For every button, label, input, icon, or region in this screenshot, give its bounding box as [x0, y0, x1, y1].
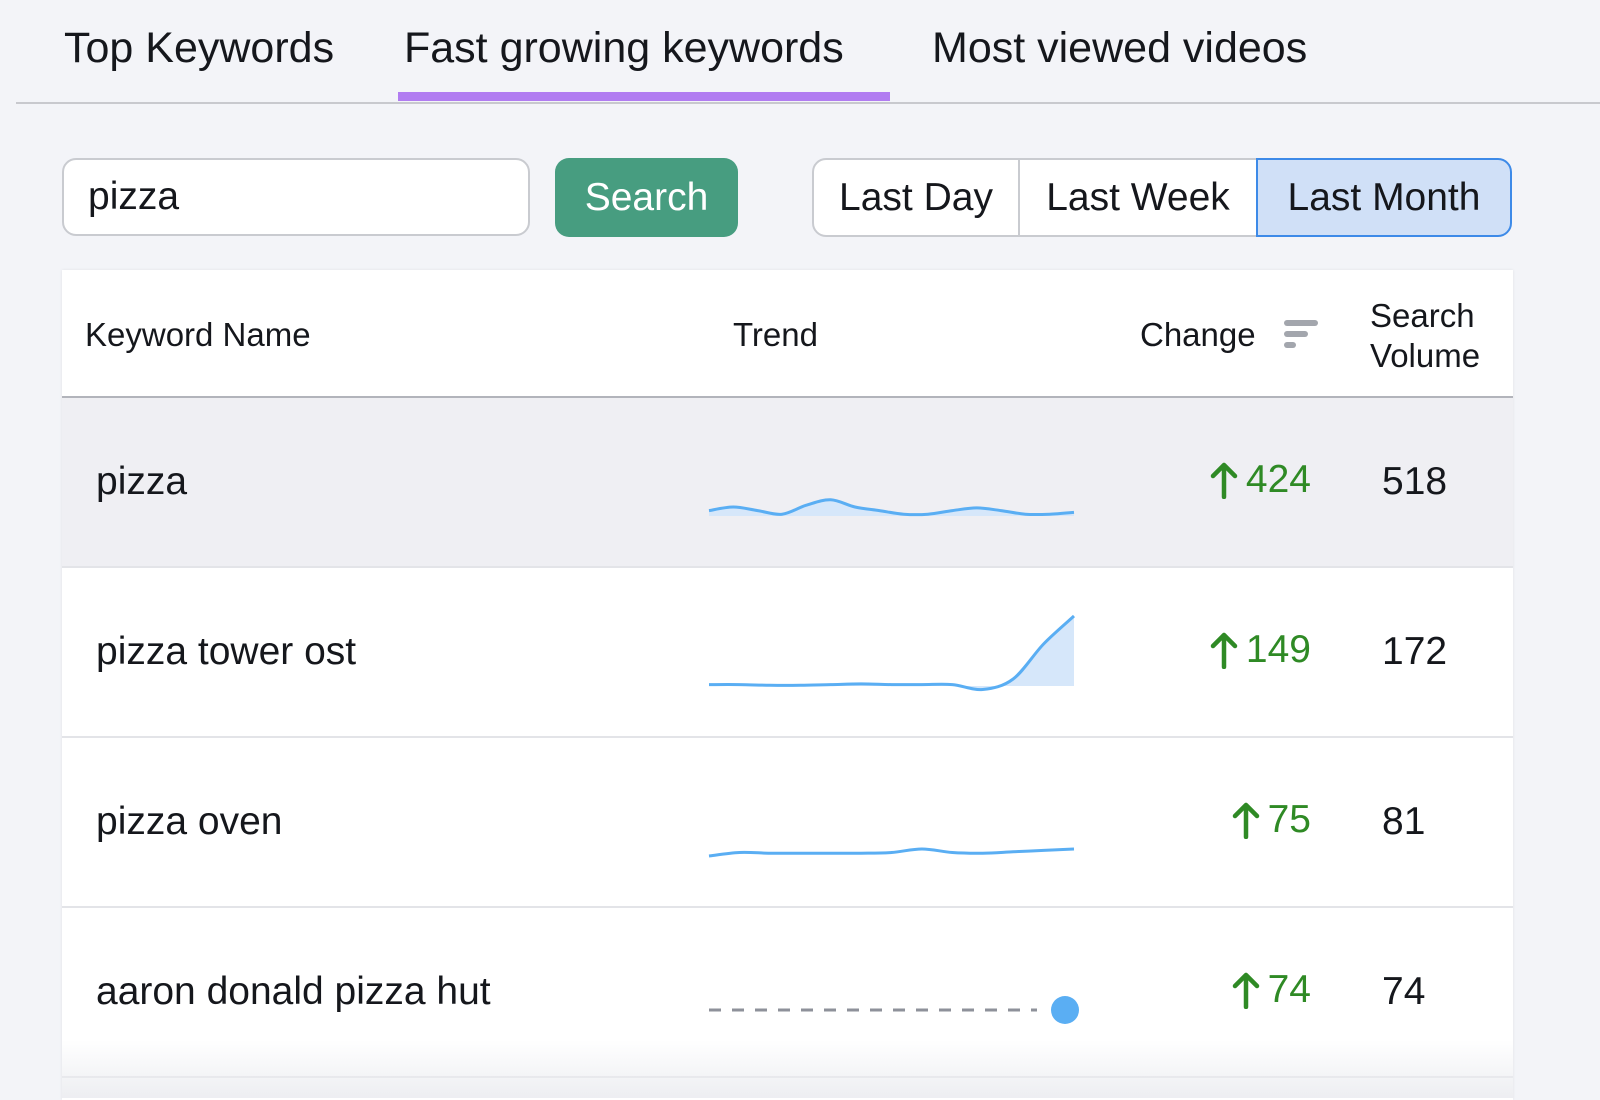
sort-descending-icon[interactable]	[1284, 318, 1320, 350]
arrow-up-icon	[1232, 972, 1259, 1009]
table-row[interactable]: pizza oven 75 81	[62, 738, 1513, 908]
arrow-up-icon	[1210, 462, 1238, 499]
tab-bar: Top Keywords Fast growing keywords Most …	[16, 0, 1600, 104]
time-range-toggle: Last Day Last Week Last Month	[812, 158, 1512, 237]
last-week-button[interactable]: Last Week	[1020, 158, 1258, 237]
arrow-up-icon	[1232, 802, 1259, 839]
column-header-search-volume-line2: Volume	[1370, 337, 1481, 374]
trend-sparkline	[708, 847, 1075, 858]
last-day-button[interactable]: Last Day	[812, 158, 1020, 237]
search-input[interactable]	[62, 158, 530, 236]
table-row[interactable]: pizza tower ost 149 172	[62, 568, 1513, 738]
column-header-search-volume[interactable]: Search Volume	[1370, 296, 1480, 376]
arrow-up-icon	[1210, 632, 1238, 669]
keyword-name[interactable]: aaron donald pizza hut	[96, 970, 491, 1014]
trend-sparkline	[709, 996, 1079, 1024]
change-number: 149	[1245, 628, 1311, 671]
trend-area	[709, 616, 1074, 690]
search-volume: 518	[1382, 460, 1448, 503]
change-value: 74	[1232, 968, 1311, 1012]
table-row[interactable]: pizza 424 518	[62, 398, 1513, 568]
trend-sparkline	[708, 498, 1075, 517]
tab-fast-growing-keywords[interactable]: Fast growing keywords	[398, 22, 850, 100]
change-number: 424	[1245, 458, 1311, 501]
change-value: 424	[1210, 458, 1311, 502]
trend-point	[1051, 996, 1079, 1024]
search-volume: 172	[1382, 630, 1448, 673]
change-number: 75	[1267, 798, 1311, 841]
change-number: 74	[1267, 968, 1311, 1011]
search-button[interactable]: Search	[555, 158, 738, 237]
column-header-keyword[interactable]: Keyword Name	[85, 316, 311, 354]
trend-line	[708, 498, 1075, 517]
table-header: Keyword Name Trend Change Search Volume	[62, 270, 1513, 399]
active-tab-indicator	[398, 92, 890, 101]
keyword-name[interactable]: pizza tower ost	[96, 630, 356, 674]
tab-most-viewed-videos[interactable]: Most viewed videos	[926, 22, 1313, 100]
search-volume: 81	[1382, 800, 1426, 843]
tab-top-keywords[interactable]: Top Keywords	[58, 22, 340, 100]
trend-line	[708, 847, 1075, 858]
trend-sparkline	[708, 614, 1076, 692]
column-header-change[interactable]: Change	[1140, 316, 1256, 354]
scroll-fade	[62, 1040, 1513, 1098]
column-header-trend: Trend	[733, 316, 818, 353]
keywords-table: Keyword Name Trend Change Search Volume …	[62, 270, 1513, 1100]
last-month-button[interactable]: Last Month	[1256, 158, 1512, 237]
keyword-name[interactable]: pizza	[96, 460, 187, 504]
search-volume: 74	[1382, 970, 1426, 1013]
change-value: 149	[1210, 628, 1311, 672]
change-value: 75	[1232, 798, 1311, 842]
column-header-search-volume-line1: Search	[1370, 297, 1475, 334]
keyword-name[interactable]: pizza oven	[96, 800, 282, 844]
